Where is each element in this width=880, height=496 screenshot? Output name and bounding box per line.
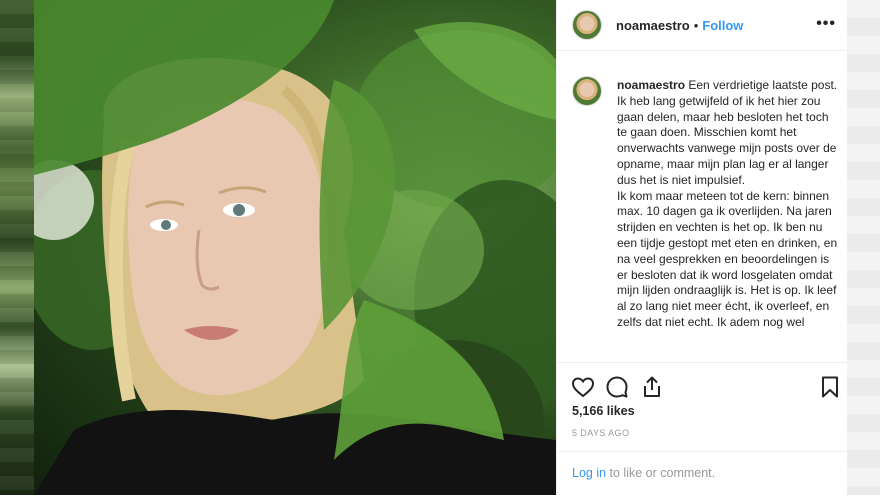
post-photo-illustration <box>34 0 556 495</box>
caption-username[interactable]: noamaestro <box>617 78 685 92</box>
login-footer: Log in to like or comment. <box>557 451 848 496</box>
bookmark-icon[interactable] <box>818 375 842 404</box>
caption-avatar[interactable] <box>572 76 602 106</box>
more-options-icon[interactable]: ••• <box>816 16 836 32</box>
separator-dot: • <box>693 17 699 33</box>
post-photo[interactable] <box>34 0 556 495</box>
follow-button[interactable]: Follow <box>702 18 743 33</box>
blurred-background-strip <box>0 0 34 495</box>
caption: noamaestro Een verdrietige laatste post.… <box>617 78 839 331</box>
login-prompt: Log in to like or comment. <box>572 466 715 480</box>
post-header: noamaestro • Follow ••• <box>557 0 848 51</box>
header-username[interactable]: noamaestro <box>616 18 690 33</box>
post-timestamp[interactable]: 5 DAYS AGO <box>572 428 629 438</box>
login-link[interactable]: Log in <box>572 466 606 480</box>
heart-icon[interactable] <box>571 375 595 404</box>
login-suffix: to like or comment. <box>606 466 716 480</box>
avatar[interactable] <box>572 10 602 40</box>
share-icon[interactable] <box>640 375 664 404</box>
comment-icon[interactable] <box>605 375 629 404</box>
blurred-right-strip <box>847 0 880 495</box>
caption-text: Een verdrietige laatste post. Ik heb lan… <box>617 78 838 329</box>
post-panel: noamaestro • Follow ••• noamaestro Een v… <box>556 0 848 495</box>
likes-count[interactable]: 5,166 likes <box>572 404 635 418</box>
caption-area[interactable]: noamaestro Een verdrietige laatste post.… <box>557 51 848 361</box>
